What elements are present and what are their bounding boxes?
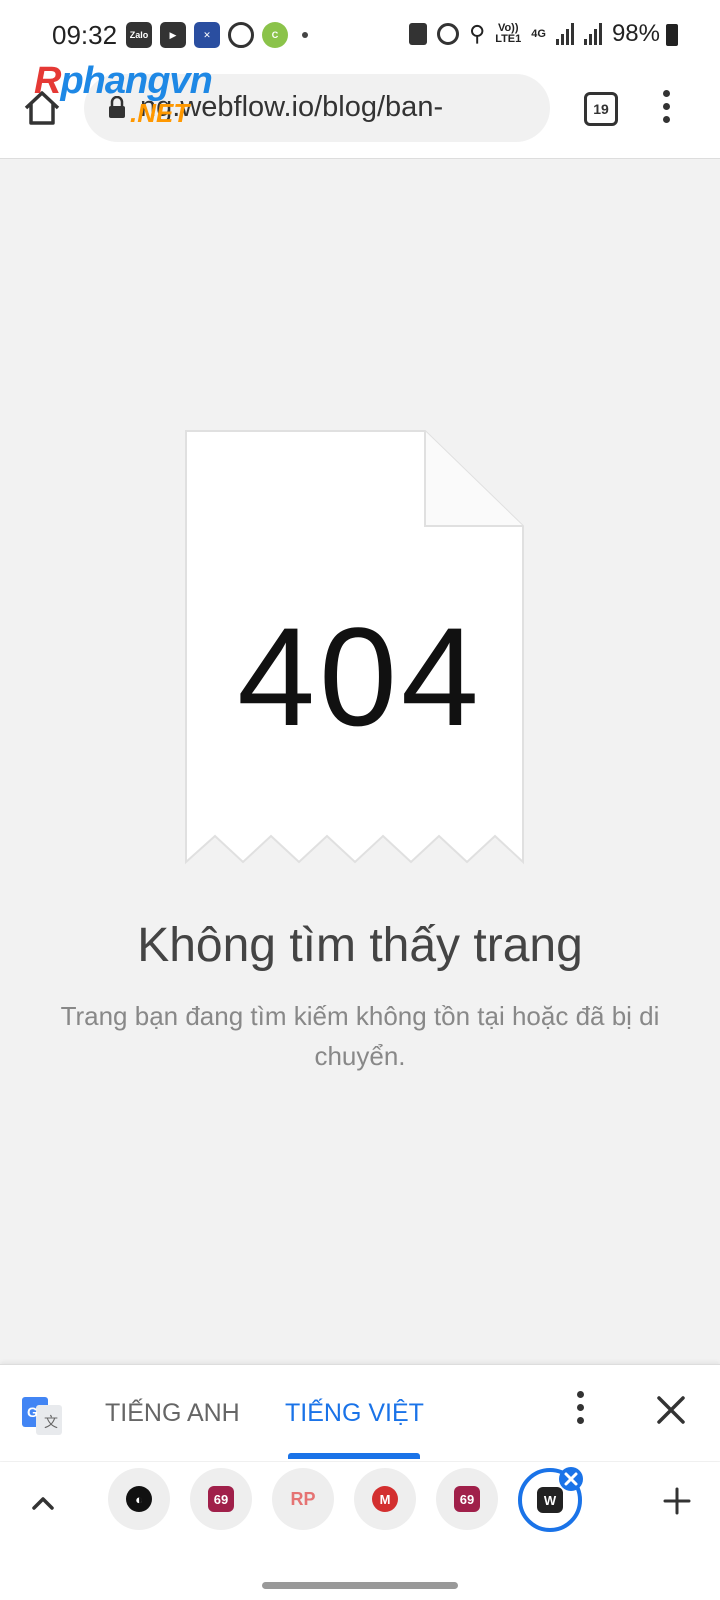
browser-menu-icon[interactable]	[660, 90, 672, 130]
zalo-icon: Zalo	[126, 22, 152, 48]
more-dot-icon	[302, 32, 308, 38]
tab-strip: ◐ 69 RP M 69 W	[0, 1462, 720, 1600]
youtube-icon: ▶	[160, 22, 186, 48]
plus-icon[interactable]	[662, 1486, 692, 1516]
volte-indicator: Vo)) LTE1	[495, 22, 522, 45]
recycle-icon	[409, 23, 428, 45]
network-type: 4G	[531, 27, 546, 40]
green-app-icon: C	[262, 22, 288, 48]
tab-rp-icon: RP	[290, 1488, 316, 1509]
google-translate-icon: G 文	[22, 1397, 62, 1435]
signal-icon	[583, 23, 602, 45]
tab-69[interactable]: 69	[190, 1468, 252, 1530]
close-icon[interactable]	[654, 1393, 688, 1427]
notification-icons: Zalo ▶ ✕ C	[126, 22, 308, 48]
page-title: Không tìm thấy trang	[137, 919, 583, 972]
tab-69-icon: 69	[454, 1486, 480, 1512]
svg-text:G: G	[27, 1404, 38, 1420]
gesture-bar	[262, 1582, 458, 1589]
translate-bar: G 文 TIẾNG ANH TIẾNG VIỆT	[0, 1364, 720, 1461]
mega-icon: M	[372, 1486, 398, 1512]
alarm-icon	[228, 22, 254, 48]
status-time: 09:32	[52, 20, 118, 50]
translate-menu-icon[interactable]	[574, 1391, 586, 1431]
tab-source-language[interactable]: TIẾNG ANH	[105, 1399, 240, 1428]
watermark-logo: Rphangvn	[34, 60, 213, 102]
system-status: ⚲ Vo)) LTE1 4G 98%	[409, 20, 678, 48]
tab-69-2[interactable]: 69	[436, 1468, 498, 1530]
signal-icon	[555, 23, 574, 45]
tab-switcher-button[interactable]: 19	[584, 92, 618, 126]
battery-icon	[666, 24, 678, 46]
battery-percent: 98%	[611, 20, 660, 47]
svg-text:文: 文	[44, 1415, 58, 1431]
tab-rp[interactable]: RP	[272, 1468, 334, 1530]
tab-mega[interactable]: M	[354, 1468, 416, 1530]
page-description: Trang bạn đang tìm kiếm không tồn tại ho…	[60, 1001, 660, 1071]
shield-app-icon: ✕	[194, 22, 220, 48]
tab-target-language[interactable]: TIẾNG VIỆT	[285, 1399, 424, 1428]
tab-69-icon: 69	[208, 1486, 234, 1512]
active-tab-indicator	[288, 1453, 420, 1459]
error-code: 404	[237, 598, 483, 755]
close-tab-icon[interactable]	[558, 1466, 584, 1492]
tab-globe[interactable]: ◐	[108, 1468, 170, 1530]
globe-icon: ◐	[126, 1486, 152, 1512]
alarm-icon	[437, 23, 460, 45]
chevron-up-icon[interactable]	[28, 1488, 58, 1518]
location-icon: ⚲	[469, 21, 486, 46]
watermark-suffix: .NET	[130, 98, 190, 128]
